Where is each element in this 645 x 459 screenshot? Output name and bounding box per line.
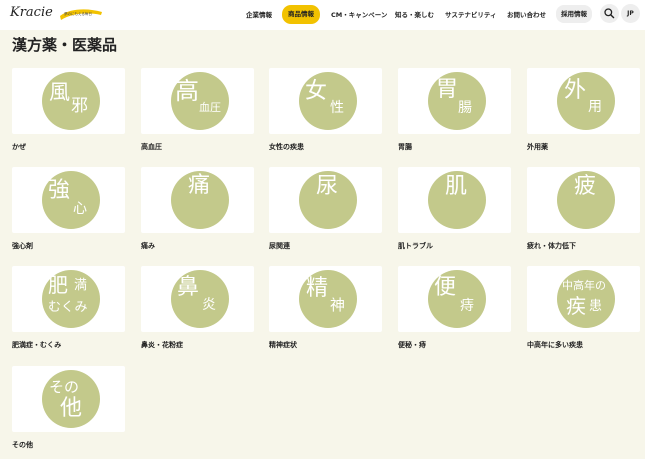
category-tile[interactable]: 外 用 [527, 68, 640, 134]
category-emblem: 痛 [171, 171, 229, 229]
category-card-rhinitis[interactable]: 鼻 炎 鼻炎・花粉症 [141, 266, 254, 350]
category-tile[interactable]: 尿 [269, 167, 382, 233]
category-label[interactable]: 肥満症・むくみ [12, 340, 125, 350]
category-emblem: 風 邪 [42, 72, 100, 130]
category-emblem: 精 神 [299, 270, 357, 328]
category-tile[interactable]: 精 神 [269, 266, 382, 332]
category-label[interactable]: 便秘・痔 [398, 340, 511, 350]
category-emblem: 尿 [299, 171, 357, 229]
category-tile[interactable]: 中高年の 疾 患 [527, 266, 640, 332]
category-label[interactable]: 高血圧 [141, 142, 254, 152]
category-label[interactable]: 胃腸 [398, 142, 511, 152]
category-tile[interactable]: 強 心 [12, 167, 125, 233]
category-card-other[interactable]: その 他 その他 [12, 366, 125, 450]
category-label[interactable]: 女性の疾患 [269, 142, 382, 152]
category-emblem: 女 性 [299, 72, 357, 130]
category-label[interactable]: 中高年に多い疾患 [527, 340, 640, 350]
category-emblem: 鼻 炎 [171, 270, 229, 328]
nav-products[interactable]: 商品情報 [282, 5, 320, 24]
nav-recruit-button[interactable]: 採用情報 [556, 5, 592, 23]
category-tile[interactable]: 鼻 炎 [141, 266, 254, 332]
site-header: Kracie 夢のにもえる毎日 企業情報 商品情報 CM・キャンペーン 知る・楽… [0, 0, 645, 30]
category-emblem: 肌 [428, 171, 486, 229]
nav-sustainability[interactable]: サステナビリティ [445, 7, 496, 23]
nav-contact[interactable]: お問い合わせ [507, 7, 546, 23]
search-icon [604, 8, 615, 19]
category-label[interactable]: かぜ [12, 142, 125, 152]
category-label[interactable]: 外用薬 [527, 142, 640, 152]
category-tile[interactable]: 肌 [398, 167, 511, 233]
category-tile[interactable]: 肥 満 むくみ [12, 266, 125, 332]
category-tile[interactable]: 便 痔 [398, 266, 511, 332]
category-emblem: 胃 腸 [428, 72, 486, 130]
category-label[interactable]: 肌トラブル [398, 241, 511, 251]
nav-cm-campaign[interactable]: CM・キャンペーン [331, 7, 387, 23]
page-title: 漢方薬・医薬品 [12, 36, 118, 54]
language-button[interactable]: JP [621, 4, 640, 23]
category-card-constipation[interactable]: 便 痔 便秘・痔 [398, 266, 511, 350]
category-label[interactable]: 尿関連 [269, 241, 382, 251]
category-emblem: 強 心 [42, 171, 100, 229]
kracie-logo[interactable]: Kracie 夢のにもえる毎日 [10, 4, 102, 26]
category-card-cardiotonic[interactable]: 強 心 強心剤 [12, 167, 125, 251]
category-card-fatigue[interactable]: 疲 疲れ・体力低下 [527, 167, 640, 251]
category-emblem: 外 用 [557, 72, 615, 130]
category-label[interactable]: 鼻炎・花粉症 [141, 340, 254, 350]
category-label[interactable]: 疲れ・体力低下 [527, 241, 640, 251]
category-tile[interactable]: 胃 腸 [398, 68, 511, 134]
category-emblem: 肥 満 むくみ [42, 270, 100, 328]
category-label[interactable]: その他 [12, 440, 125, 450]
category-emblem: 疲 [557, 171, 615, 229]
category-tile[interactable]: 高 血圧 [141, 68, 254, 134]
category-card-obesity[interactable]: 肥 満 むくみ 肥満症・むくみ [12, 266, 125, 350]
logo-tagline: 夢のにもえる毎日 [64, 12, 92, 16]
category-card-middle-aged[interactable]: 中高年の 疾 患 中高年に多い疾患 [527, 266, 640, 350]
category-label[interactable]: 痛み [141, 241, 254, 251]
category-card-external[interactable]: 外 用 外用薬 [527, 68, 640, 152]
nav-company[interactable]: 企業情報 [246, 7, 272, 23]
category-card-cold[interactable]: 風 邪 かぜ [12, 68, 125, 152]
category-card-mental[interactable]: 精 神 精神症状 [269, 266, 382, 350]
category-card-pain[interactable]: 痛 痛み [141, 167, 254, 251]
category-tile[interactable]: 疲 [527, 167, 640, 233]
category-card-skin[interactable]: 肌 肌トラブル [398, 167, 511, 251]
category-emblem: 便 痔 [428, 270, 486, 328]
category-tile[interactable]: 風 邪 [12, 68, 125, 134]
category-tile[interactable]: 女 性 [269, 68, 382, 134]
category-tile[interactable]: その 他 [12, 366, 125, 432]
category-card-hypertension[interactable]: 高 血圧 高血圧 [141, 68, 254, 152]
nav-learn-enjoy[interactable]: 知る・楽しむ [395, 7, 434, 23]
category-label[interactable]: 強心剤 [12, 241, 125, 251]
search-button[interactable] [600, 4, 619, 23]
category-card-urinary[interactable]: 尿 尿関連 [269, 167, 382, 251]
category-emblem: その 他 [42, 370, 100, 428]
category-card-womens-health[interactable]: 女 性 女性の疾患 [269, 68, 382, 152]
category-emblem: 高 血圧 [171, 72, 229, 130]
category-tile[interactable]: 痛 [141, 167, 254, 233]
category-card-gastrointestinal[interactable]: 胃 腸 胃腸 [398, 68, 511, 152]
category-emblem: 中高年の 疾 患 [557, 270, 615, 328]
logo-wordmark: Kracie [10, 5, 53, 20]
category-label[interactable]: 精神症状 [269, 340, 382, 350]
